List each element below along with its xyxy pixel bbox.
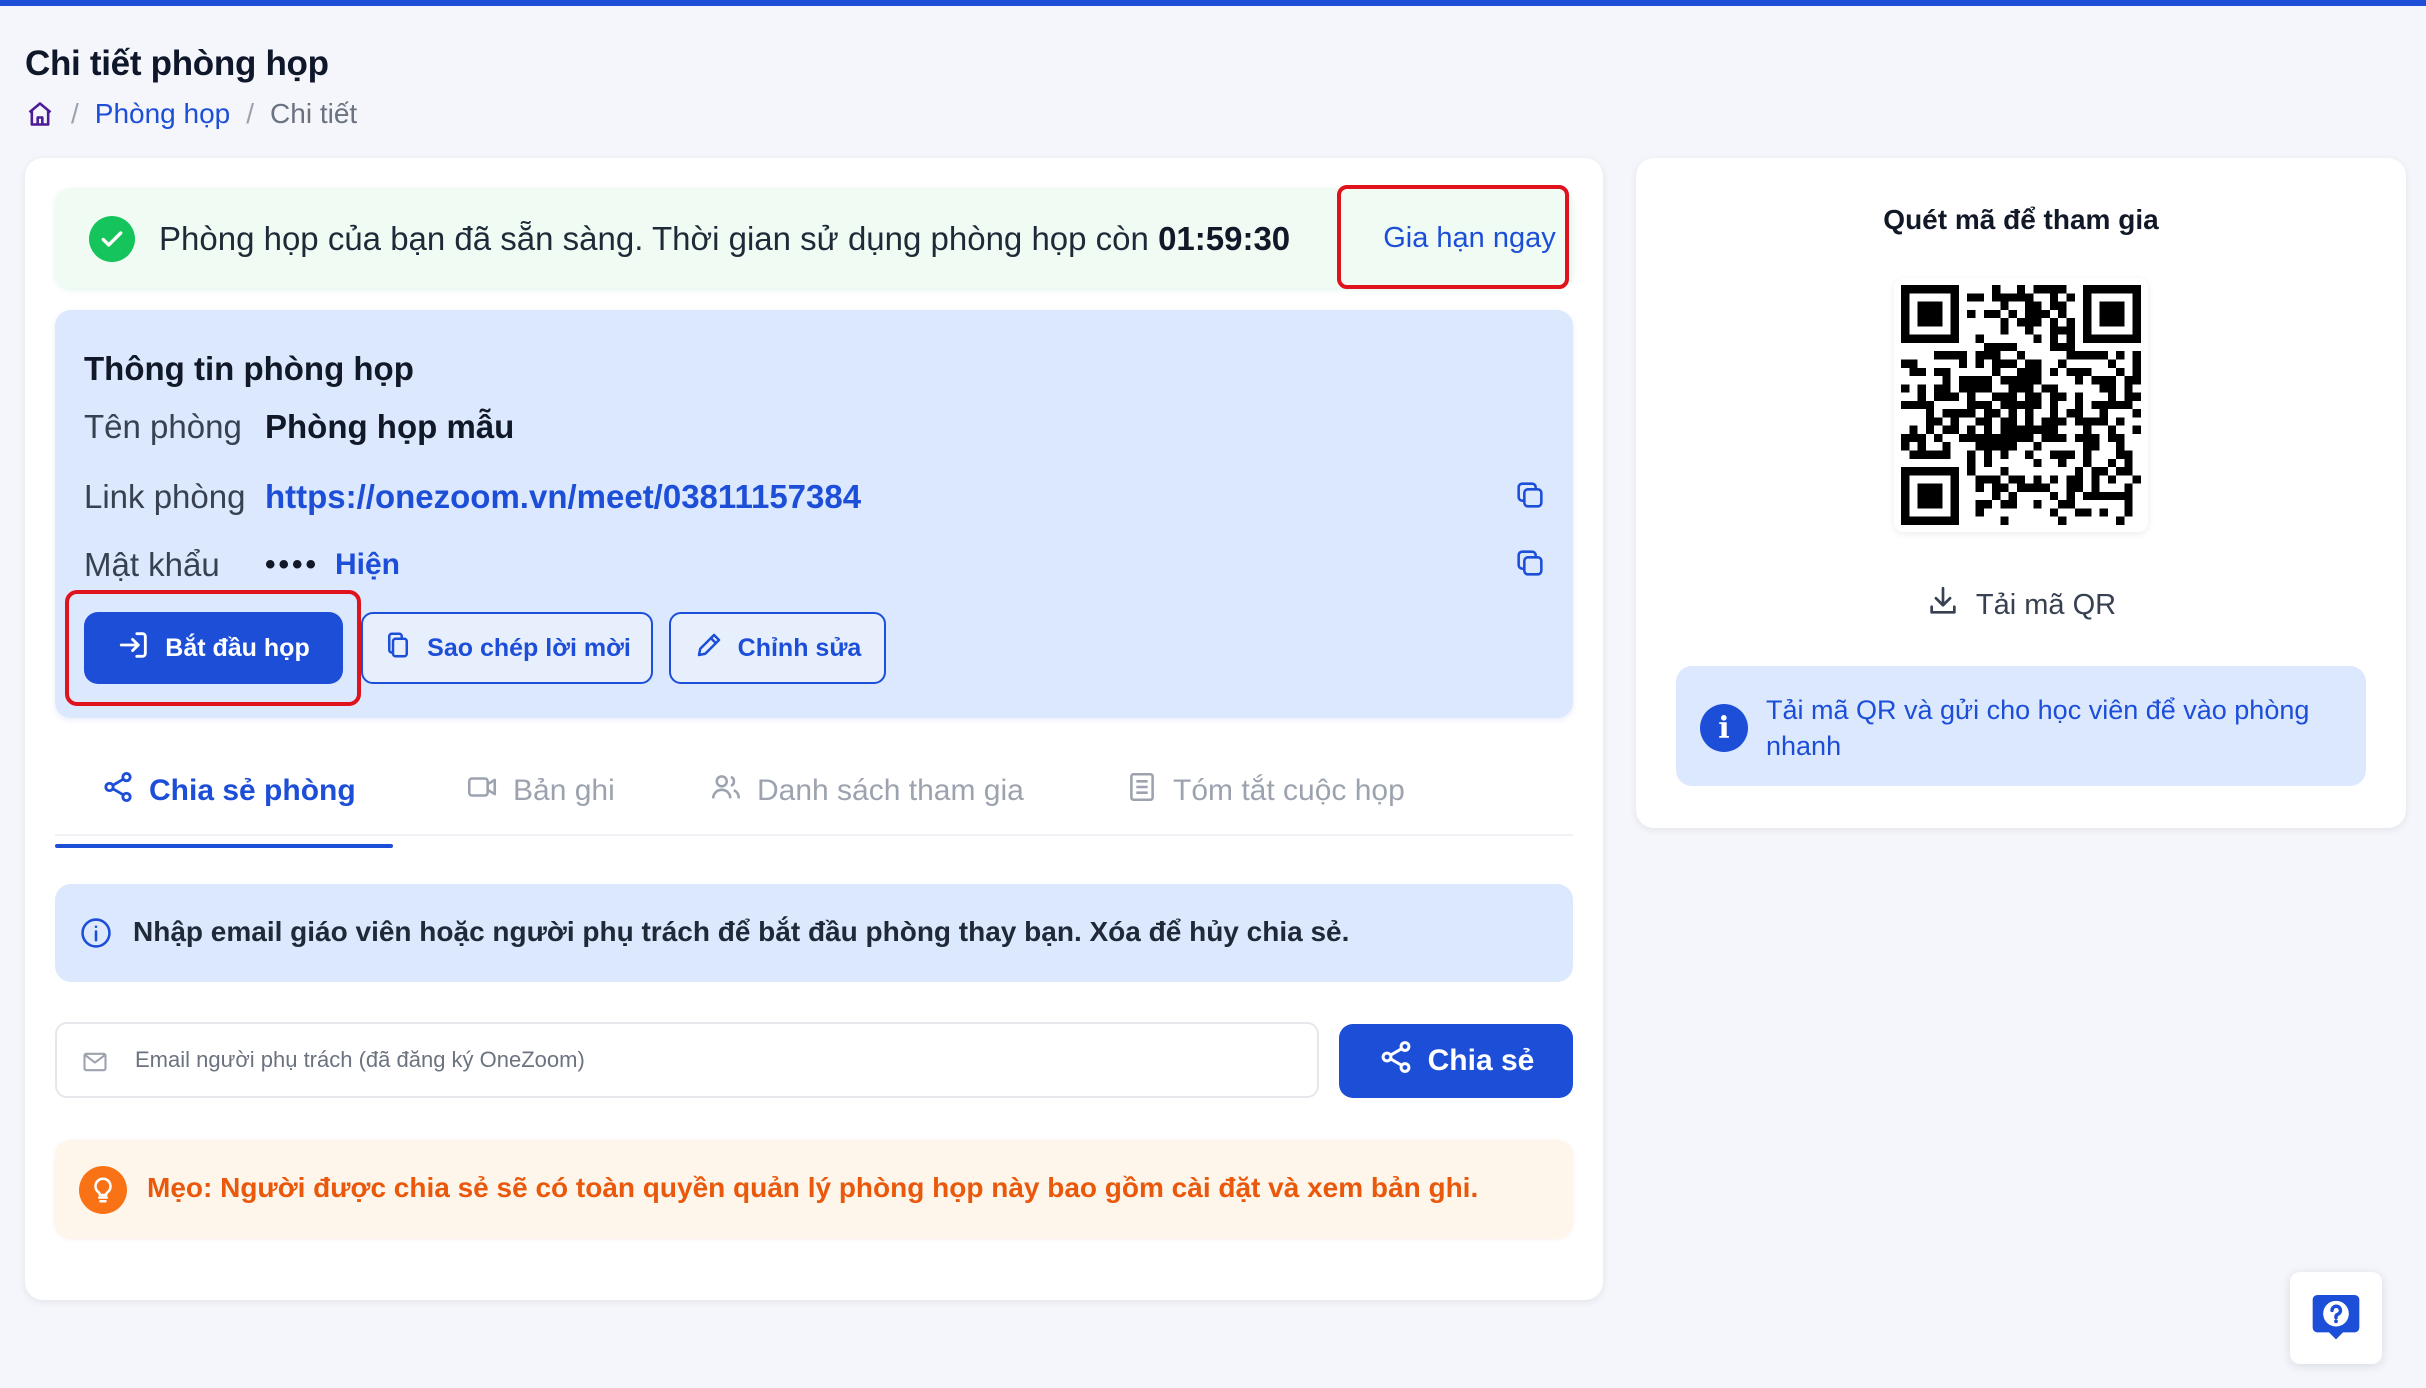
help-chat-button[interactable] [2290,1272,2382,1364]
qr-title: Quét mã để tham gia [1883,204,2159,235]
tab-label: Chia sẻ phòng [149,774,356,807]
copy-link-icon[interactable] [1513,478,1547,512]
home-icon[interactable] [25,99,55,129]
room-detail-card: Phòng họp của bạn đã sẵn sàng. Thời gian… [25,158,1603,1300]
document-icon [1125,770,1159,812]
tab-bar: Chia sẻ phòng Bản ghi Danh sách tham gia… [55,746,1573,836]
tab-meeting-summary[interactable]: Tóm tắt cuộc họp [1125,746,1405,836]
breadcrumb-separator: / [246,98,255,129]
copy-icon [383,630,413,667]
password-masked: •••• [265,548,320,581]
login-arrow-icon [117,628,151,669]
start-meeting-button[interactable]: Bắt đầu họp [84,612,343,684]
lightbulb-icon [79,1166,127,1214]
download-icon [1926,584,1960,626]
room-name-value: Phòng họp mẫu [265,408,515,445]
share-notice: Nhập email giáo viên hoặc người phụ trác… [55,884,1573,982]
qr-code-image [1901,285,2141,525]
page-title: Chi tiết phòng họp [25,44,329,83]
mail-icon [81,1048,109,1081]
ready-message-text: Phòng họp của bạn đã sẵn sàng. Thời gian… [159,220,1149,257]
breadcrumb-item-detail: Chi tiết [270,98,358,129]
room-link[interactable]: https://onezoom.vn/meet/03811157384 [265,478,861,516]
qr-note: i Tải mã QR và gửi cho học viên để vào p… [1676,666,2366,786]
tab-participants[interactable]: Danh sách tham gia [709,746,1024,836]
active-tab-indicator [55,844,393,848]
password-label: Mật khẩu [84,546,220,583]
breadcrumb-separator: / [71,98,79,129]
top-accent-bar [0,0,2426,6]
room-name-label: Tên phòng [84,408,242,445]
extend-now-button[interactable]: Gia hạn ngay [1366,188,1573,288]
share-button[interactable]: Chia sẻ [1339,1024,1573,1098]
qr-panel: Quét mã để tham gia Tải mã QR i Tải mã Q… [1636,158,2406,828]
copy-invite-button[interactable]: Sao chép lời mời [361,612,653,684]
tip-text: Mẹo: Người được chia sẻ sẽ có toàn quyền… [147,1172,1479,1203]
start-meeting-label: Bắt đầu họp [165,633,310,662]
tab-label: Danh sách tham gia [757,774,1024,807]
pencil-icon [694,630,724,667]
tab-share-room[interactable]: Chia sẻ phòng [101,746,356,836]
tip-banner: Mẹo: Người được chia sẻ sẽ có toàn quyền… [55,1140,1573,1238]
breadcrumb: / Phòng họp / Chi tiết [25,98,357,130]
copy-invite-label: Sao chép lời mời [427,633,631,662]
download-qr-button[interactable]: Tải mã QR [1636,584,2406,626]
show-password-link[interactable]: Hiện [335,548,400,582]
email-field[interactable] [55,1022,1319,1098]
users-icon [709,770,743,812]
tab-recordings[interactable]: Bản ghi [465,746,615,836]
breadcrumb-item-rooms[interactable]: Phòng họp [95,98,230,130]
video-icon [465,770,499,812]
share-icon [101,770,135,812]
share-notice-text: Nhập email giáo viên hoặc người phụ trác… [133,916,1350,947]
info-icon: i [1700,704,1748,752]
qr-code [1894,278,2148,532]
help-chat-icon [2308,1288,2364,1349]
ready-banner: Phòng họp của bạn đã sẵn sàng. Thời gian… [55,188,1573,288]
room-link-label: Link phòng [84,478,246,515]
share-icon [1378,1039,1414,1083]
edit-label: Chỉnh sửa [737,633,862,662]
email-input[interactable] [135,1024,1295,1096]
copy-password-icon[interactable] [1513,546,1547,580]
edit-button[interactable]: Chỉnh sửa [669,612,886,684]
tab-label: Tóm tắt cuộc họp [1173,774,1405,807]
room-info-title: Thông tin phòng họp [84,350,414,387]
tab-label: Bản ghi [513,774,615,807]
download-qr-label: Tải mã QR [1975,588,2117,621]
time-remaining: 01:59:30 [1158,220,1291,257]
info-circle-icon [79,916,113,955]
check-circle-icon [89,216,135,262]
ready-message: Phòng họp của bạn đã sẵn sàng. Thời gian… [159,220,1290,258]
qr-note-text: Tải mã QR và gửi cho học viên để vào phò… [1766,695,2310,761]
share-button-label: Chia sẻ [1427,1044,1535,1077]
